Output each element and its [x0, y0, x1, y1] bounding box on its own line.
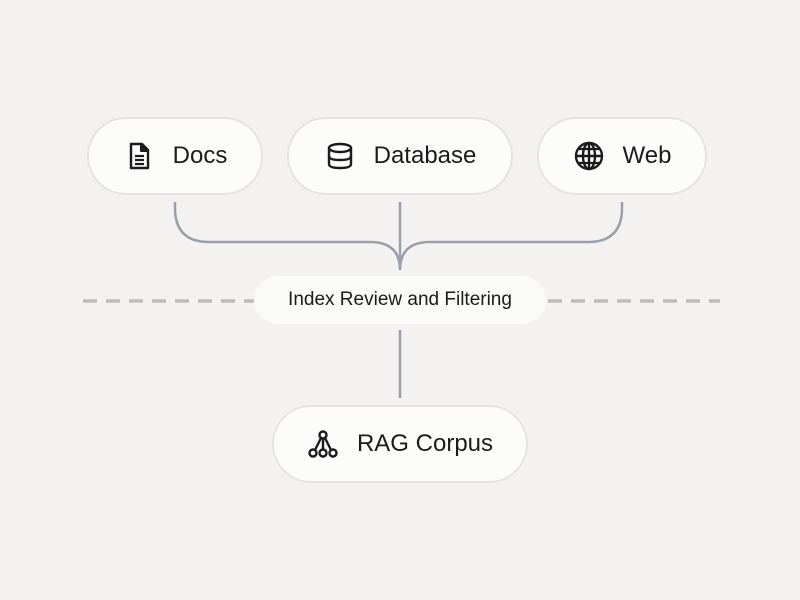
- source-node-docs: Docs: [87, 117, 263, 195]
- source-label-database: Database: [373, 142, 477, 169]
- diagram-canvas: Docs Database Web Index Review and Filte…: [0, 0, 800, 600]
- connector-docs: [173, 202, 402, 271]
- source-label-docs: Docs: [172, 142, 228, 169]
- stage-label: Index Review and Filtering: [254, 276, 546, 324]
- source-label-web: Web: [622, 142, 672, 169]
- source-node-web: Web: [537, 117, 707, 195]
- database-icon: [324, 140, 356, 172]
- network-tree-icon: [307, 428, 339, 460]
- stage-label-text: Index Review and Filtering: [288, 289, 512, 310]
- document-icon: [123, 140, 155, 172]
- globe-icon: [573, 140, 605, 172]
- output-node-rag-corpus: RAG Corpus: [272, 405, 528, 483]
- source-node-database: Database: [287, 117, 513, 195]
- connector-web: [398, 202, 624, 271]
- output-label-rag-corpus: RAG Corpus: [356, 430, 494, 457]
